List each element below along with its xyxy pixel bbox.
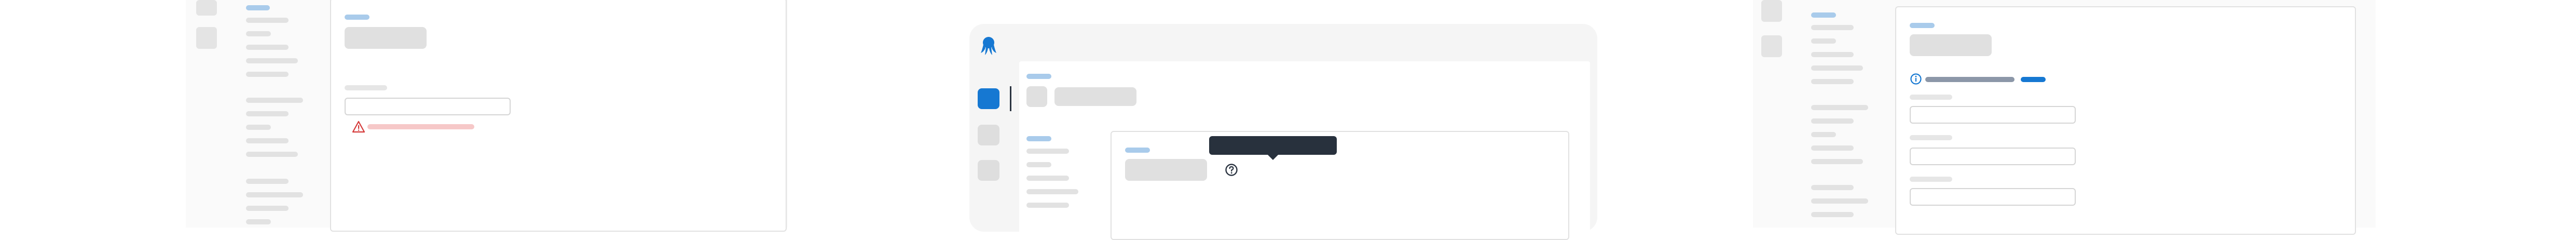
nav-item-active[interactable] bbox=[1026, 136, 1051, 141]
nav-item[interactable] bbox=[246, 219, 271, 224]
info-link[interactable] bbox=[2021, 77, 2046, 82]
rail-icon-active[interactable] bbox=[978, 88, 999, 109]
field-label bbox=[1910, 95, 1952, 100]
app-window-left bbox=[186, 0, 788, 232]
nav-item[interactable] bbox=[246, 31, 271, 36]
section-label bbox=[1125, 148, 1150, 153]
content-card bbox=[330, 0, 787, 232]
question-circle-icon[interactable] bbox=[1225, 163, 1238, 177]
nav-item[interactable] bbox=[246, 45, 289, 50]
help-tooltip bbox=[1209, 136, 1337, 160]
nav-item[interactable] bbox=[1811, 145, 1854, 151]
nav-item[interactable] bbox=[246, 98, 303, 103]
nav-item[interactable] bbox=[246, 111, 289, 116]
nav-item[interactable] bbox=[1811, 79, 1854, 84]
page-title bbox=[1054, 87, 1136, 106]
nav-item[interactable] bbox=[1811, 212, 1854, 217]
nav-item[interactable] bbox=[1811, 65, 1863, 71]
nav-item[interactable] bbox=[1811, 105, 1868, 110]
nav-item[interactable] bbox=[1811, 198, 1868, 204]
app-window-right bbox=[1753, 0, 2376, 235]
nav-item[interactable] bbox=[1811, 159, 1863, 164]
app-window-center bbox=[969, 24, 1597, 240]
page-title bbox=[1910, 34, 1992, 56]
content-card bbox=[1895, 6, 2356, 235]
nav-item[interactable] bbox=[246, 125, 271, 130]
rail-icon[interactable] bbox=[978, 160, 999, 181]
nav-item[interactable] bbox=[1811, 118, 1854, 124]
nav-item[interactable] bbox=[1811, 52, 1854, 57]
card-title bbox=[1125, 159, 1207, 181]
error-message bbox=[367, 124, 474, 129]
nav-item[interactable] bbox=[1811, 25, 1854, 30]
nav-item[interactable] bbox=[246, 206, 289, 211]
nav-item[interactable] bbox=[246, 179, 289, 184]
nav-item[interactable] bbox=[1026, 162, 1051, 167]
section-label bbox=[1910, 23, 1935, 28]
rail-icon[interactable] bbox=[196, 27, 217, 49]
nav-item[interactable] bbox=[1026, 149, 1069, 154]
octopus-logo-icon[interactable] bbox=[980, 35, 997, 56]
nav-item[interactable] bbox=[1811, 132, 1836, 137]
nav-item[interactable] bbox=[246, 72, 289, 77]
section-label bbox=[345, 15, 369, 20]
info-message bbox=[1925, 77, 2015, 82]
nav-item[interactable] bbox=[246, 192, 303, 197]
nav-item[interactable] bbox=[246, 58, 298, 63]
nav-item[interactable] bbox=[246, 18, 289, 23]
nav-item[interactable] bbox=[1026, 176, 1069, 181]
rail-active-indicator bbox=[1010, 86, 1011, 111]
nav-item[interactable] bbox=[1811, 185, 1854, 190]
nav-item[interactable] bbox=[1026, 203, 1069, 208]
rail-icon[interactable] bbox=[1761, 0, 1782, 22]
rail-icon[interactable] bbox=[1761, 35, 1782, 57]
field-label bbox=[1910, 135, 1952, 140]
field-label bbox=[1910, 177, 1952, 182]
text-input[interactable] bbox=[1910, 148, 2076, 165]
nav-item[interactable] bbox=[1026, 189, 1078, 194]
content-card bbox=[1111, 131, 1569, 240]
warning-triangle-icon bbox=[352, 121, 365, 133]
nav-item[interactable] bbox=[246, 138, 289, 143]
field-label bbox=[345, 85, 387, 90]
nav-item-active[interactable] bbox=[1811, 12, 1836, 18]
page-title bbox=[345, 27, 427, 49]
text-input[interactable] bbox=[1910, 188, 2076, 206]
nav-item-active[interactable] bbox=[246, 5, 270, 10]
nav-item[interactable] bbox=[1811, 38, 1836, 44]
text-input-invalid[interactable] bbox=[345, 98, 511, 115]
rail-icon[interactable] bbox=[978, 125, 999, 145]
nav-item[interactable] bbox=[246, 152, 298, 157]
rail-icon[interactable] bbox=[196, 0, 217, 16]
info-circle-icon bbox=[1910, 73, 1922, 85]
title-avatar bbox=[1026, 86, 1047, 107]
text-input[interactable] bbox=[1910, 106, 2076, 124]
section-label bbox=[1026, 74, 1051, 79]
